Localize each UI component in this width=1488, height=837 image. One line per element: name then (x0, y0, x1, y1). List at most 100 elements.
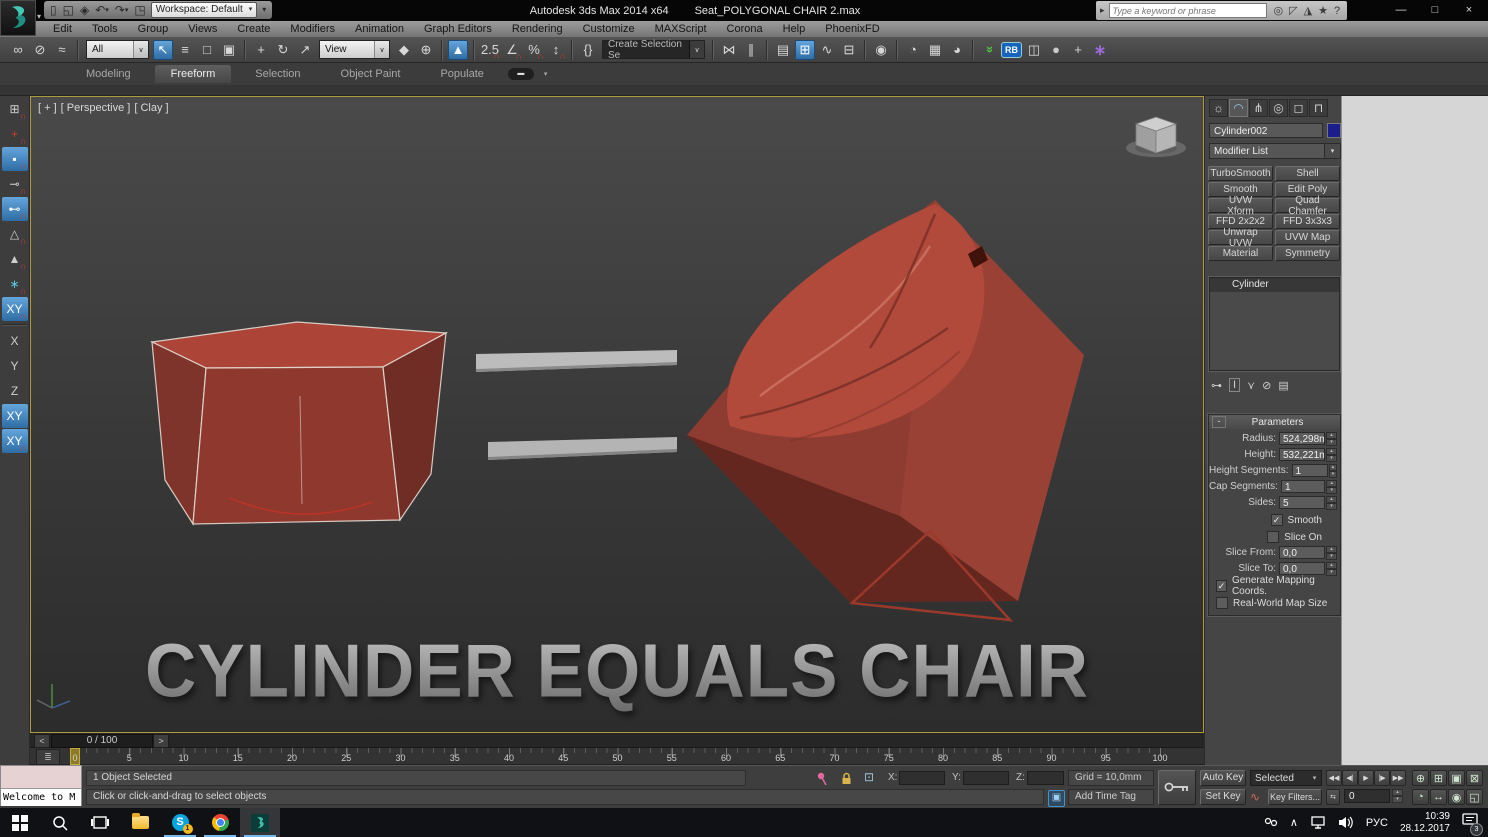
time-slider[interactable]: 0 / 100 (51, 734, 153, 748)
sides-field[interactable]: 5 (1279, 496, 1325, 509)
search-input[interactable] (1108, 3, 1267, 18)
axis-constraint-xy-snap-button[interactable]: XY ∩ (1, 429, 28, 453)
zoom-extents-button[interactable]: ▣ (1448, 770, 1465, 786)
slice-to-spinner[interactable]: ▴ ▾ (1326, 562, 1337, 576)
real-world-map-size-checkbox[interactable] (1216, 597, 1228, 609)
skype-button[interactable]: S1 (160, 808, 200, 837)
stack-item-cylinder[interactable]: Cylinder (1210, 278, 1339, 292)
schematic-view-button[interactable]: ⊟ (839, 40, 859, 60)
object-name-field[interactable]: Cylinder002 (1209, 123, 1323, 138)
menu-group[interactable]: Group (129, 21, 178, 37)
radius-field[interactable]: 524,298m (1279, 432, 1325, 445)
axis-constraint-x-button[interactable]: X (2, 329, 28, 353)
infocenter-toggle-icon[interactable]: ▸ (1100, 5, 1105, 16)
ribbon-tab-object-paint[interactable]: Object Paint (325, 65, 417, 83)
task-view-button[interactable] (80, 808, 120, 837)
3dsmax-button[interactable] (240, 808, 280, 837)
object-color-swatch[interactable] (1327, 123, 1341, 138)
selection-lock-icon[interactable] (840, 772, 853, 788)
snap-face-button[interactable]: △ ∩ (2, 222, 28, 246)
absolute-offset-toggle[interactable]: ⊡ (864, 770, 874, 784)
language-indicator[interactable]: РУС (1366, 817, 1388, 829)
tray-chevron-icon[interactable]: ∧ (1290, 816, 1298, 829)
minimize-button[interactable]: — (1384, 0, 1418, 20)
chevron-down-icon[interactable]: ▾ (544, 70, 548, 78)
menu-help[interactable]: Help (774, 21, 815, 37)
isolate-selection-icon[interactable] (816, 772, 828, 789)
edit-named-selection-sets-button[interactable]: {} (578, 40, 598, 60)
app-menu-button[interactable] (0, 0, 36, 36)
axis-constraint-xy-button[interactable]: XY (1, 404, 28, 428)
menu-animation[interactable]: Animation (346, 21, 413, 37)
help-icon[interactable]: ? (1331, 5, 1343, 17)
zoom-button[interactable]: ⊕ (1412, 770, 1429, 786)
pin-stack-icon[interactable]: ⊶ (1211, 379, 1222, 392)
command-tab-display[interactable]: ◻ (1289, 99, 1308, 117)
current-frame-field[interactable]: 0 (1344, 789, 1390, 803)
make-unique-icon[interactable]: ⋎ (1247, 379, 1255, 392)
chrome-button[interactable] (200, 808, 240, 837)
spinner-snap-button[interactable]: ↕ ∩ (546, 40, 566, 61)
forest-pack-button[interactable]: « (979, 40, 999, 60)
communication-center-icon[interactable]: ◮ (1301, 4, 1315, 17)
favorites-icon[interactable]: ★ (1315, 4, 1331, 17)
menu-create[interactable]: Create (228, 21, 279, 37)
remove-modifier-icon[interactable]: ⊘ (1262, 379, 1271, 392)
keyboard-shortcut-override-button[interactable]: ▲ (448, 39, 468, 60)
open-mini-curve-editor-icon[interactable]: ≣ (36, 749, 60, 765)
project-folder-icon[interactable]: ◳ (134, 1, 145, 19)
modifier-symmetry-button[interactable]: Symmetry (1275, 246, 1340, 261)
orbit-button[interactable]: ◉ (1448, 789, 1465, 805)
ribbon-tab-freeform[interactable]: Freeform (154, 65, 232, 83)
command-tab-hierarchy[interactable]: ⋔ (1249, 99, 1268, 117)
modifier-material-button[interactable]: Material (1208, 246, 1273, 261)
select-and-rotate-button[interactable]: ↻ (273, 40, 293, 60)
modifier-turbosmooth-button[interactable]: TurboSmooth (1208, 166, 1273, 181)
undo-icon[interactable]: ↶▾ (95, 1, 109, 20)
file-explorer-button[interactable] (120, 808, 160, 837)
select-and-link-button[interactable]: ∞ (8, 40, 28, 60)
app-menu-chevron-icon[interactable]: ▾ (37, 12, 41, 21)
welcome-mini-window[interactable]: Welcome to M (0, 765, 82, 806)
menu-modifiers[interactable]: Modifiers (281, 21, 344, 37)
snap-frozen-button[interactable]: ∗ ∩ (2, 272, 28, 296)
modifier-quad-chamfer-button[interactable]: Quad Chamfer (1275, 195, 1340, 217)
redo-icon[interactable]: ↷▾ (115, 1, 129, 20)
select-and-manipulate-button[interactable]: ⊕ (416, 40, 436, 60)
height-field[interactable]: 532,221m (1279, 448, 1325, 461)
slice-from-spinner[interactable]: ▴ ▾ (1326, 546, 1337, 560)
radius-spinner[interactable]: ▴ ▾ (1326, 432, 1337, 446)
snap-face-solid-button[interactable]: ▲ ∩ (2, 247, 28, 271)
phoenixfd-button[interactable]: ∗ (1090, 40, 1110, 60)
open-file-icon[interactable]: ◱ (63, 1, 74, 19)
play-animation-button[interactable]: ▶ (1358, 770, 1374, 786)
modifier-list-dropdown[interactable]: Modifier List ▾ (1209, 143, 1341, 159)
auto-key-button[interactable]: Auto Key (1200, 770, 1246, 786)
key-mode-toggle[interactable]: ⇆ (1326, 789, 1340, 805)
rendered-frame-window-button[interactable]: ▦ (925, 40, 945, 60)
command-tab-modify[interactable]: ◠ (1229, 99, 1248, 117)
bind-to-space-warp-button[interactable]: ≈ (52, 40, 72, 60)
frame-spinner[interactable]: ▴ ▾ (1392, 789, 1403, 803)
menu-graph-editors[interactable]: Graph Editors (415, 21, 501, 37)
modifier-ffd-3x3x3-button[interactable]: FFD 3x3x3 (1275, 214, 1340, 229)
cap-segments-field[interactable]: 1 (1280, 480, 1326, 493)
search-icon[interactable]: ◎ (1271, 4, 1287, 17)
modifier-unwrap-uvw-button[interactable]: Unwrap UVW (1208, 227, 1273, 249)
perspective-viewport[interactable]: [ + ] [ Perspective ] [ Clay ] CYLINDER … (30, 96, 1204, 733)
named-selection-set-dropdown[interactable]: Create Selection Se ∨ (602, 39, 705, 61)
x-coordinate-field[interactable] (899, 771, 945, 785)
menu-phoenixfd[interactable]: PhoenixFD (816, 21, 888, 37)
ribbon-tab-populate[interactable]: Populate (424, 65, 499, 83)
show-end-result-icon[interactable]: I (1229, 378, 1241, 392)
command-tab-create[interactable]: ☼ (1209, 99, 1228, 117)
axis-constraint-y-button[interactable]: Y (2, 354, 28, 378)
key-filters-button[interactable]: Key Filters... (1268, 789, 1322, 805)
command-tab-utilities[interactable]: ⊓ (1309, 99, 1328, 117)
render-setup-button[interactable]: ◔ (903, 40, 923, 60)
volume-icon[interactable] (1338, 816, 1354, 829)
add-tool-button[interactable]: + (1068, 40, 1088, 60)
snap-xy-button[interactable]: XY ∩ (1, 297, 28, 321)
workspace-dropdown[interactable]: Workspace: Default ▾ (150, 2, 258, 18)
menu-rendering[interactable]: Rendering (503, 21, 572, 37)
